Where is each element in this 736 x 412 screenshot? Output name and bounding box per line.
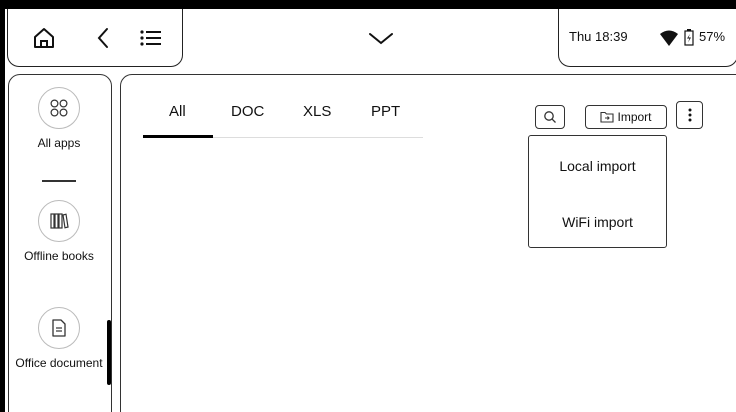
back-button[interactable]: [91, 23, 115, 53]
sidebar-divider: [42, 180, 76, 182]
dropdown-toggle[interactable]: [365, 23, 397, 53]
chevron-down-icon: [369, 33, 393, 45]
back-icon: [97, 28, 108, 48]
document-icon: [52, 319, 66, 337]
sidebar-icon-circle: [38, 307, 80, 349]
top-bar: Thu 18:39 57%: [5, 9, 736, 69]
sidebar-item-offline-books[interactable]: Offline books: [9, 200, 109, 263]
sidebar-item-label: Office document: [15, 356, 103, 370]
sidebar-scrollbar[interactable]: [107, 320, 111, 385]
sidebar-item-all-apps[interactable]: All apps: [9, 87, 109, 150]
sidebar-item-office-document[interactable]: Office document: [9, 307, 109, 370]
tab-all[interactable]: All: [169, 103, 186, 120]
home-icon: [34, 28, 54, 48]
tab-ppt[interactable]: PPT: [371, 103, 400, 120]
battery-charging-icon: [684, 29, 694, 46]
sidebar-icon-circle: [38, 200, 80, 242]
active-tab-indicator: [143, 135, 213, 138]
books-icon: [50, 213, 69, 229]
search-button[interactable]: [535, 105, 565, 129]
sidebar-item-label: All apps: [37, 136, 81, 150]
grid-icon: [50, 99, 68, 117]
app-sidebar: All apps Offline books Office document: [8, 74, 112, 412]
battery-percentage: 57%: [699, 29, 726, 44]
file-type-tabs: All DOC XLS PPT: [143, 103, 423, 138]
list-menu-icon: [140, 30, 161, 46]
main-panel: All DOC XLS PPT Import Local import WiFi…: [120, 74, 736, 412]
sidebar-item-label: Offline books: [24, 249, 94, 263]
import-dropdown-menu: Local import WiFi import: [528, 135, 667, 248]
screen-frame-top: [0, 0, 736, 9]
home-button[interactable]: [29, 23, 59, 53]
search-icon: [544, 111, 556, 123]
more-vertical-icon: [688, 108, 691, 122]
sidebar-icon-circle: [38, 87, 80, 129]
import-button-label: Import: [617, 110, 652, 124]
menu-button[interactable]: [137, 23, 165, 53]
menu-item-local-import[interactable]: Local import: [529, 158, 666, 174]
tab-xls[interactable]: XLS: [303, 103, 331, 120]
import-button[interactable]: Import: [585, 105, 667, 129]
tab-doc[interactable]: DOC: [231, 103, 264, 120]
menu-item-wifi-import[interactable]: WiFi import: [529, 214, 666, 230]
folder-import-icon: [600, 111, 615, 123]
status-time: Thu 18:39: [569, 29, 628, 44]
more-options-button[interactable]: [676, 101, 703, 129]
wifi-icon: [660, 30, 678, 46]
